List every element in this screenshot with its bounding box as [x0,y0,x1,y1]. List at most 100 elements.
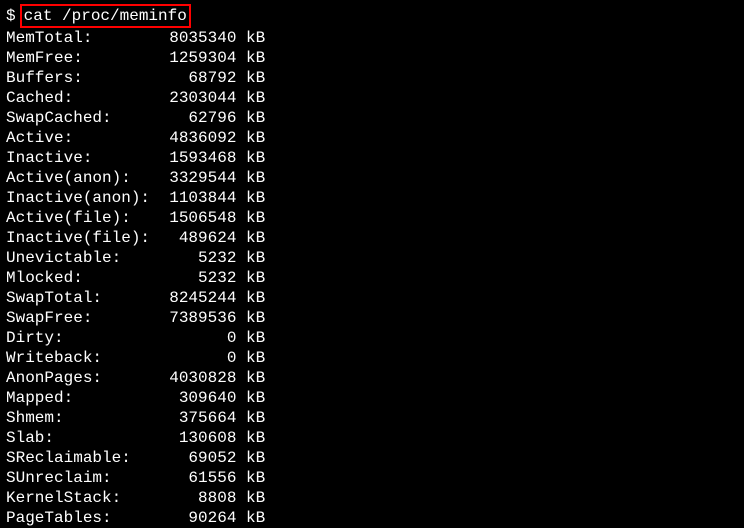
meminfo-unit: kB [236,449,265,467]
meminfo-label: Dirty: [6,329,160,347]
meminfo-unit: kB [236,409,265,427]
meminfo-value: 5232 [160,249,237,267]
meminfo-row: Inactive: 1593468 kB [6,148,738,168]
meminfo-value: 0 [160,329,237,347]
meminfo-label: Writeback: [6,349,160,367]
meminfo-label: SwapFree: [6,309,160,327]
meminfo-value: 61556 [160,469,237,487]
meminfo-row: Inactive(file): 489624 kB [6,228,738,248]
meminfo-label: MemFree: [6,49,160,67]
meminfo-row: Mapped: 309640 kB [6,388,738,408]
meminfo-value: 1103844 [160,189,237,207]
meminfo-value: 1593468 [160,149,237,167]
meminfo-unit: kB [236,189,265,207]
meminfo-unit: kB [236,49,265,67]
meminfo-unit: kB [236,29,265,47]
meminfo-unit: kB [236,269,265,287]
meminfo-value: 69052 [160,449,237,467]
meminfo-row: Slab: 130608 kB [6,428,738,448]
meminfo-label: KernelStack: [6,489,160,507]
meminfo-label: Mlocked: [6,269,160,287]
meminfo-unit: kB [236,169,265,187]
meminfo-value: 130608 [160,429,237,447]
meminfo-row: Active: 4836092 kB [6,128,738,148]
meminfo-unit: kB [236,229,265,247]
meminfo-value: 2303044 [160,89,237,107]
meminfo-row: MemFree: 1259304 kB [6,48,738,68]
meminfo-row: SwapTotal: 8245244 kB [6,288,738,308]
meminfo-row: SwapFree: 7389536 kB [6,308,738,328]
meminfo-label: Shmem: [6,409,160,427]
command-text: cat /proc/meminfo [20,4,191,28]
meminfo-row: Writeback: 0 kB [6,348,738,368]
meminfo-value: 4030828 [160,369,237,387]
meminfo-row: SUnreclaim: 61556 kB [6,468,738,488]
meminfo-value: 90264 [160,509,237,527]
meminfo-value: 309640 [160,389,237,407]
meminfo-label: SwapTotal: [6,289,160,307]
meminfo-row: Mlocked: 5232 kB [6,268,738,288]
meminfo-unit: kB [236,89,265,107]
meminfo-row: Dirty: 0 kB [6,328,738,348]
meminfo-row: Cached: 2303044 kB [6,88,738,108]
meminfo-label: Active(file): [6,209,160,227]
meminfo-value: 3329544 [160,169,237,187]
meminfo-row: Inactive(anon): 1103844 kB [6,188,738,208]
meminfo-row: Shmem: 375664 kB [6,408,738,428]
meminfo-unit: kB [236,509,265,527]
meminfo-unit: kB [236,69,265,87]
meminfo-unit: kB [236,469,265,487]
meminfo-label: PageTables: [6,509,160,527]
meminfo-unit: kB [236,209,265,227]
meminfo-row: AnonPages: 4030828 kB [6,368,738,388]
meminfo-value: 0 [160,349,237,367]
meminfo-row: KernelStack: 8808 kB [6,488,738,508]
meminfo-label: Active(anon): [6,169,160,187]
prompt-symbol: $ [6,6,16,26]
meminfo-unit: kB [236,149,265,167]
meminfo-value: 489624 [160,229,237,247]
meminfo-label: MemTotal: [6,29,160,47]
meminfo-label: Active: [6,129,160,147]
meminfo-value: 5232 [160,269,237,287]
meminfo-unit: kB [236,389,265,407]
meminfo-value: 8808 [160,489,237,507]
meminfo-row: Active(file): 1506548 kB [6,208,738,228]
meminfo-value: 8245244 [160,289,237,307]
meminfo-unit: kB [236,129,265,147]
meminfo-row: SwapCached: 62796 kB [6,108,738,128]
meminfo-value: 8035340 [160,29,237,47]
meminfo-value: 7389536 [160,309,237,327]
meminfo-unit: kB [236,249,265,267]
meminfo-value: 62796 [160,109,237,127]
meminfo-label: Buffers: [6,69,160,87]
meminfo-row: PageTables: 90264 kB [6,508,738,528]
meminfo-unit: kB [236,329,265,347]
meminfo-label: AnonPages: [6,369,160,387]
meminfo-label: Cached: [6,89,160,107]
command-prompt-line[interactable]: $ cat /proc/meminfo [6,4,738,28]
meminfo-value: 68792 [160,69,237,87]
meminfo-unit: kB [236,309,265,327]
meminfo-unit: kB [236,489,265,507]
meminfo-label: Unevictable: [6,249,160,267]
meminfo-label: SReclaimable: [6,449,160,467]
meminfo-unit: kB [236,289,265,307]
meminfo-unit: kB [236,369,265,387]
meminfo-value: 4836092 [160,129,237,147]
meminfo-label: SUnreclaim: [6,469,160,487]
meminfo-output: MemTotal: 8035340 kBMemFree: 1259304 kBB… [6,28,738,528]
meminfo-row: Active(anon): 3329544 kB [6,168,738,188]
meminfo-row: MemTotal: 8035340 kB [6,28,738,48]
meminfo-row: Unevictable: 5232 kB [6,248,738,268]
meminfo-value: 375664 [160,409,237,427]
meminfo-row: SReclaimable: 69052 kB [6,448,738,468]
meminfo-label: Mapped: [6,389,160,407]
meminfo-label: Slab: [6,429,160,447]
meminfo-unit: kB [236,429,265,447]
meminfo-label: Inactive(anon): [6,189,160,207]
meminfo-label: SwapCached: [6,109,160,127]
meminfo-row: Buffers: 68792 kB [6,68,738,88]
meminfo-label: Inactive(file): [6,229,160,247]
meminfo-value: 1506548 [160,209,237,227]
